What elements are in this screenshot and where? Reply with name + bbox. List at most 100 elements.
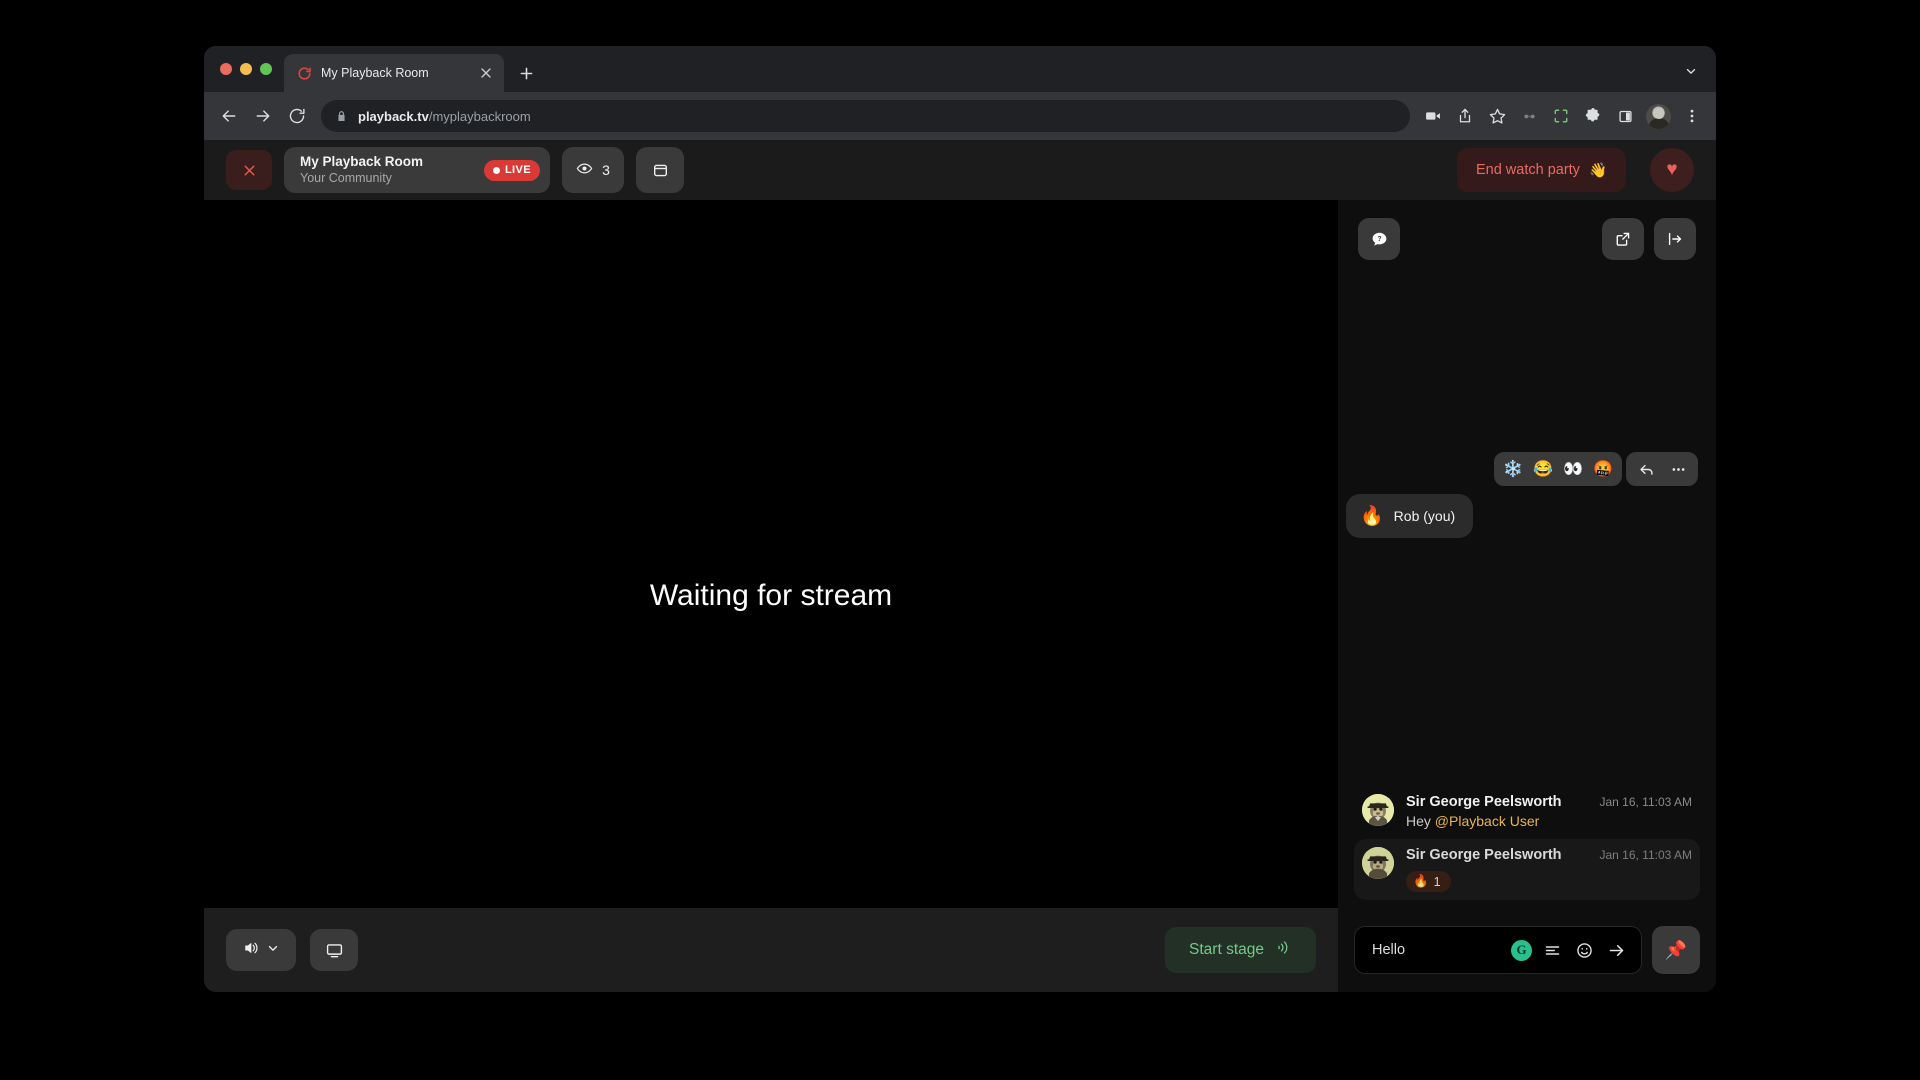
playback-logo-icon — [297, 66, 312, 81]
close-window-button[interactable] — [220, 63, 232, 75]
message-text-prefix: Hey — [1406, 813, 1435, 829]
chat-message[interactable]: Sir George Peelsworth Jan 16, 11:03 AM H… — [1354, 786, 1700, 837]
layout-button[interactable] — [636, 147, 684, 193]
url-host: playback.tv — [358, 108, 429, 124]
heart-icon[interactable]: ♥ — [1650, 148, 1694, 192]
share-icon[interactable] — [1450, 101, 1480, 131]
svg-text:?: ? — [1377, 235, 1381, 242]
chevron-down-icon[interactable] — [1680, 60, 1702, 82]
room-info-card[interactable]: My Playback Room Your Community LIVE — [284, 147, 550, 193]
eyes-emoji-icon[interactable]: 👀 — [1560, 456, 1586, 482]
reaction-count: 1 — [1433, 874, 1441, 889]
live-dot-icon — [492, 166, 500, 174]
live-badge: LIVE — [483, 159, 540, 181]
reload-icon[interactable] — [281, 100, 313, 132]
chat-toolbar: ? — [1338, 200, 1716, 278]
reaction-tooltip: 🔥 Rob (you) — [1346, 494, 1474, 538]
bookmark-star-icon[interactable] — [1482, 101, 1512, 131]
app-body: Waiting for stream Start stage ? Sir Geo… — [204, 200, 1716, 992]
close-tab-icon[interactable] — [478, 65, 494, 81]
eye-icon — [576, 160, 593, 180]
close-room-button[interactable] — [226, 150, 272, 190]
message-input-wrapper[interactable]: Hello G — [1354, 926, 1642, 974]
live-label: LIVE — [504, 164, 531, 176]
minimize-window-button[interactable] — [240, 63, 252, 75]
chat-composer: Hello G 📌 — [1338, 908, 1716, 992]
browser-tab-title: My Playback Room — [321, 66, 429, 80]
reply-arrow-icon[interactable] — [1632, 456, 1660, 482]
message-mention[interactable]: @Playback User — [1435, 813, 1539, 829]
new-tab-icon[interactable] — [512, 59, 540, 87]
message-input[interactable]: Hello — [1372, 942, 1502, 958]
video-camera-icon[interactable] — [1418, 101, 1448, 131]
extension-dots-icon[interactable] — [1514, 101, 1544, 131]
side-panel-icon[interactable] — [1610, 101, 1640, 131]
start-stage-button[interactable]: Start stage — [1165, 927, 1316, 973]
fire-emoji-icon: 🔥 — [1413, 874, 1429, 888]
browser-tab[interactable]: My Playback Room — [284, 54, 504, 92]
browser-window: My Playback Room playback.tv/myplaybackr — [204, 46, 1716, 992]
angry-emoji-icon[interactable]: 🤬 — [1590, 456, 1616, 482]
video-stage: Waiting for stream Start stage — [204, 200, 1338, 992]
end-watch-party-label: End watch party — [1475, 162, 1580, 178]
snowflake-emoji-icon[interactable]: ❄️ — [1500, 456, 1526, 482]
message-header: Sir George Peelsworth Jan 16, 11:03 AM — [1406, 847, 1692, 863]
broadcast-icon — [1275, 939, 1292, 961]
open-external-icon[interactable] — [1602, 218, 1644, 260]
reaction-toolbar: ❄️ 😂 👀 🤬 — [1494, 452, 1698, 486]
viewer-count[interactable]: 3 — [562, 147, 624, 193]
emoji-smiley-icon[interactable] — [1573, 939, 1596, 962]
url-path: /myplaybackroom — [428, 108, 531, 124]
start-stage-label: Start stage — [1189, 941, 1264, 958]
chevron-down-icon[interactable] — [266, 941, 280, 960]
volume-icon — [242, 939, 260, 962]
stage-status-text: Waiting for stream — [649, 579, 893, 612]
forward-arrow-icon[interactable] — [247, 100, 279, 132]
message-body: Sir George Peelsworth Jan 16, 11:03 AM H… — [1406, 794, 1692, 829]
room-meta: My Playback Room Your Community — [300, 154, 474, 187]
message-text: Hey @Playback User — [1406, 813, 1692, 829]
kebab-menu-icon[interactable] — [1677, 101, 1707, 131]
puzzle-extensions-icon[interactable] — [1578, 101, 1608, 131]
message-timestamp: Jan 16, 11:03 AM — [1599, 795, 1692, 809]
address-bar-url: playback.tv/myplaybackroom — [358, 109, 531, 124]
waving-hand-icon: 👋 — [1588, 162, 1607, 179]
maximize-window-button[interactable] — [260, 63, 272, 75]
chat-message[interactable]: Sir George Peelsworth Jan 16, 11:03 AM 🔥… — [1354, 839, 1700, 900]
profile-avatar[interactable] — [1646, 103, 1671, 129]
message-action-group — [1626, 452, 1698, 486]
more-horizontal-icon[interactable] — [1664, 456, 1692, 482]
reaction-chip[interactable]: 🔥 1 — [1406, 871, 1451, 892]
volume-control[interactable] — [226, 929, 296, 971]
text-format-icon[interactable] — [1541, 939, 1564, 962]
lock-icon — [335, 110, 348, 123]
message-timestamp: Jan 16, 11:03 AM — [1599, 848, 1692, 862]
avatar — [1362, 794, 1394, 826]
window-traffic-lights — [218, 46, 284, 92]
stage-controls: Start stage — [204, 908, 1338, 992]
room-title: My Playback Room — [300, 153, 424, 169]
address-bar[interactable]: playback.tv/myplaybackroom — [321, 100, 1410, 132]
message-author: Sir George Peelsworth — [1406, 847, 1562, 863]
back-arrow-icon[interactable] — [213, 100, 245, 132]
joy-emoji-icon[interactable]: 😂 — [1530, 456, 1556, 482]
room-subtitle: Your Community — [300, 170, 392, 185]
pin-icon[interactable]: 📌 — [1652, 926, 1700, 974]
chat-panel: ? Sir George Peelsworth Jan 16, 11:03 AM… — [1338, 200, 1716, 992]
avatar — [1362, 847, 1394, 879]
reaction-tooltip-label: Rob (you) — [1393, 508, 1456, 524]
message-author: Sir George Peelsworth — [1406, 794, 1562, 810]
playback-app: My Playback Room Your Community LIVE 3 E… — [204, 140, 1716, 992]
send-arrow-icon[interactable] — [1605, 939, 1628, 962]
fire-emoji-icon: 🔥 — [1360, 506, 1384, 527]
screenshare-button[interactable] — [310, 929, 358, 971]
collapse-panel-icon[interactable] — [1654, 218, 1696, 260]
quick-reaction-group: ❄️ 😂 👀 🤬 — [1494, 452, 1622, 486]
end-watch-party-button[interactable]: End watch party 👋 — [1456, 148, 1626, 192]
capture-icon[interactable] — [1546, 101, 1576, 131]
chat-message-list[interactable]: Sir George Peelsworth Jan 16, 11:03 AM H… — [1338, 278, 1716, 908]
grammarly-icon[interactable]: G — [1511, 939, 1532, 961]
app-header: My Playback Room Your Community LIVE 3 E… — [204, 140, 1716, 200]
message-header: Sir George Peelsworth Jan 16, 11:03 AM — [1406, 794, 1692, 810]
question-chat-bubble-icon[interactable]: ? — [1358, 218, 1400, 260]
